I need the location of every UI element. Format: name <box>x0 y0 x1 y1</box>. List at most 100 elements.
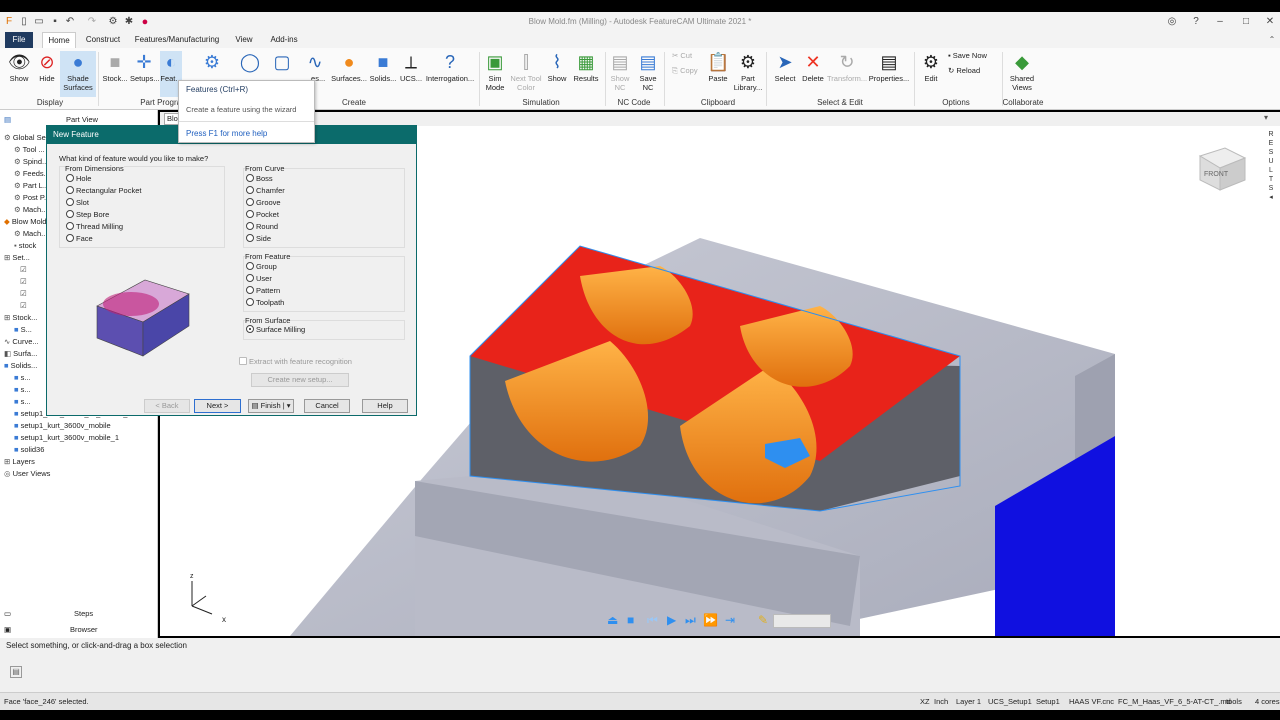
tree-item[interactable]: ■ S... <box>14 324 32 336</box>
ucs-button[interactable]: ⟂ UCS... <box>398 51 424 83</box>
tree-item[interactable]: ⚙ Mach... <box>14 204 47 216</box>
view-cube[interactable]: FRONT <box>1198 147 1247 191</box>
help-button[interactable]: Help <box>362 399 408 413</box>
hide-button[interactable]: ⊘ Hide <box>34 51 60 83</box>
edit-options-button[interactable]: ⚙ Edit <box>918 51 944 83</box>
tree-item[interactable]: ■ setup1_kurt_3600v_mobile_1 <box>14 432 119 444</box>
solids-button[interactable]: ■ Solids... <box>368 51 398 83</box>
radio-step-bore[interactable]: Step Bore <box>66 210 109 220</box>
results-sidebar-tab[interactable]: R E S U L T S ◂ <box>1266 130 1276 202</box>
surfaces-button[interactable]: ● Surfaces... <box>331 51 367 83</box>
tree-item[interactable]: ■ setup1_kurt_3600v_mobile <box>14 420 111 432</box>
transform-button[interactable]: ↻ Transform... <box>827 51 867 83</box>
tree-item[interactable]: ⚙ Post P... <box>14 192 50 204</box>
browser-tab[interactable]: Browser <box>70 624 98 636</box>
radio-user[interactable]: User <box>246 274 272 284</box>
properties-button[interactable]: ▤ Properties... <box>868 51 910 83</box>
radio-groove[interactable]: Groove <box>246 198 281 208</box>
sim-show-button[interactable]: ⌇ Show <box>544 51 570 83</box>
shared-views-button[interactable]: ◆ Shared Views <box>1005 51 1039 92</box>
tree-item[interactable]: ◎ User Views <box>4 468 50 480</box>
radio-face[interactable]: Face <box>66 234 93 244</box>
show-nc-button[interactable]: ▤ Show NC <box>608 51 632 92</box>
stop-icon[interactable]: ■ <box>627 613 634 627</box>
radio-boss[interactable]: Boss <box>246 174 273 184</box>
radio-toolpath[interactable]: Toolpath <box>246 298 284 308</box>
sim-mode-button[interactable]: ▣ Sim Mode <box>482 51 508 92</box>
tree-item[interactable]: ⚙ Spind... <box>14 156 48 168</box>
interrogation-button[interactable]: ? Interrogation... <box>425 51 475 83</box>
tree-item[interactable]: ▪ stock <box>14 240 36 252</box>
finish-split-button[interactable]: ▤ Finish | ▾ <box>248 399 294 413</box>
tab-construct[interactable]: Construct <box>82 32 124 48</box>
shade-surfaces-button[interactable]: ● Shade Surfaces <box>60 51 96 97</box>
step-back-icon[interactable]: ⏮ <box>647 613 658 628</box>
part-library-button[interactable]: ⚙ Part Library... <box>733 51 763 92</box>
steps-tab[interactable]: Steps <box>74 608 93 620</box>
skip-icon[interactable]: ⇥ <box>725 613 735 627</box>
radio-slot[interactable]: Slot <box>66 198 89 208</box>
tree-item[interactable]: ⊞ Layers <box>4 456 35 468</box>
tab-home[interactable]: Home <box>42 32 76 48</box>
radio-pattern[interactable]: Pattern <box>246 286 280 296</box>
play-icon[interactable]: ▶ <box>667 613 676 627</box>
tree-item[interactable]: ◧ Surfa... <box>4 348 37 360</box>
pencil-icon[interactable]: ✎ <box>758 613 768 627</box>
help-icon[interactable]: ? <box>1190 16 1202 28</box>
tree-item[interactable]: ⚙ Feeds... <box>14 168 50 180</box>
tree-item[interactable]: ⚙ Tool ... <box>14 144 45 156</box>
setups-button[interactable]: ✛ Setups... <box>130 51 160 83</box>
rectangle-button[interactable]: ▢ <box>270 51 294 74</box>
paste-button[interactable]: 📋 Paste <box>704 51 732 83</box>
tab-add-ins[interactable]: Add-ins <box>266 32 302 48</box>
tab-view[interactable]: View <box>230 32 258 48</box>
radio-round[interactable]: Round <box>246 222 278 232</box>
tree-item[interactable]: ■ s... <box>14 372 31 384</box>
eject-icon[interactable]: ⏏ <box>607 613 618 627</box>
delete-button[interactable]: ✕ Delete <box>800 51 826 83</box>
file-menu[interactable]: File <box>5 32 33 48</box>
next-tool-color-button[interactable]: ⫿ Next Tool Color <box>509 51 543 92</box>
radio-side[interactable]: Side <box>246 234 271 244</box>
radio-hole[interactable]: Hole <box>66 174 91 184</box>
speed-slider[interactable] <box>773 614 831 628</box>
radio-thread-milling[interactable]: Thread Milling <box>66 222 123 232</box>
tree-item[interactable]: ⊞ Set... <box>4 252 30 264</box>
close-icon[interactable]: ✕ <box>1264 16 1276 28</box>
radio-chamfer[interactable]: Chamfer <box>246 186 285 196</box>
ribbon-collapse-icon[interactable]: ⌃ <box>1266 32 1278 48</box>
radio-surface-milling[interactable]: Surface Milling <box>246 325 305 335</box>
maximize-icon[interactable]: □ <box>1240 16 1252 28</box>
tree-item[interactable]: ⚙ Mach... <box>14 228 47 240</box>
tree-item[interactable]: ☑ <box>20 288 27 300</box>
copy-button[interactable]: ⎘ Copy <box>672 66 702 76</box>
browser-icon[interactable]: ▣ <box>4 624 11 636</box>
circle-button[interactable]: ◯ <box>238 51 262 74</box>
nc-button[interactable]: ⚙ <box>200 51 224 74</box>
radio-group[interactable]: Group <box>246 262 277 272</box>
minimize-icon[interactable]: – <box>1214 16 1226 28</box>
stock-button[interactable]: ■ Stock... <box>100 51 130 83</box>
cut-button[interactable]: ✂ Cut <box>672 51 702 60</box>
radio-rectangular-pocket[interactable]: Rectangular Pocket <box>66 186 141 196</box>
tab-features-manufacturing[interactable]: Features/Manufacturing <box>134 32 220 48</box>
tree-item[interactable]: ⚙ Global Se... <box>4 132 52 144</box>
select-button[interactable]: ➤ Select <box>770 51 800 83</box>
viewport-dropdown-icon[interactable]: ▾ <box>1264 113 1268 122</box>
finish-dropdown-icon[interactable]: | ▾ <box>281 401 291 410</box>
tree-item[interactable]: ■ Solids... <box>4 360 37 372</box>
results-button[interactable]: ▦ Results <box>571 51 601 83</box>
tree-item[interactable]: ☑ <box>20 264 27 276</box>
tree-item[interactable]: ∿ Curve... <box>4 336 39 348</box>
reload-button[interactable]: ↻ Reload <box>948 66 1000 75</box>
output-window-icon[interactable]: ▤ <box>10 666 22 678</box>
tree-item[interactable]: ☑ <box>20 300 27 312</box>
next-button[interactable]: Next > <box>194 399 241 413</box>
extract-recognition-checkbox[interactable]: Extract with feature recognition <box>239 357 352 367</box>
fast-forward-icon[interactable]: ⏩ <box>703 613 718 627</box>
create-new-setup-button[interactable]: Create new setup... <box>251 373 349 387</box>
tree-item[interactable]: ■ solid36 <box>14 444 44 456</box>
back-button[interactable]: < Back <box>144 399 190 413</box>
tree-item[interactable]: ⊞ Stock... <box>4 312 37 324</box>
community-icon[interactable]: ◎ <box>1166 16 1178 28</box>
